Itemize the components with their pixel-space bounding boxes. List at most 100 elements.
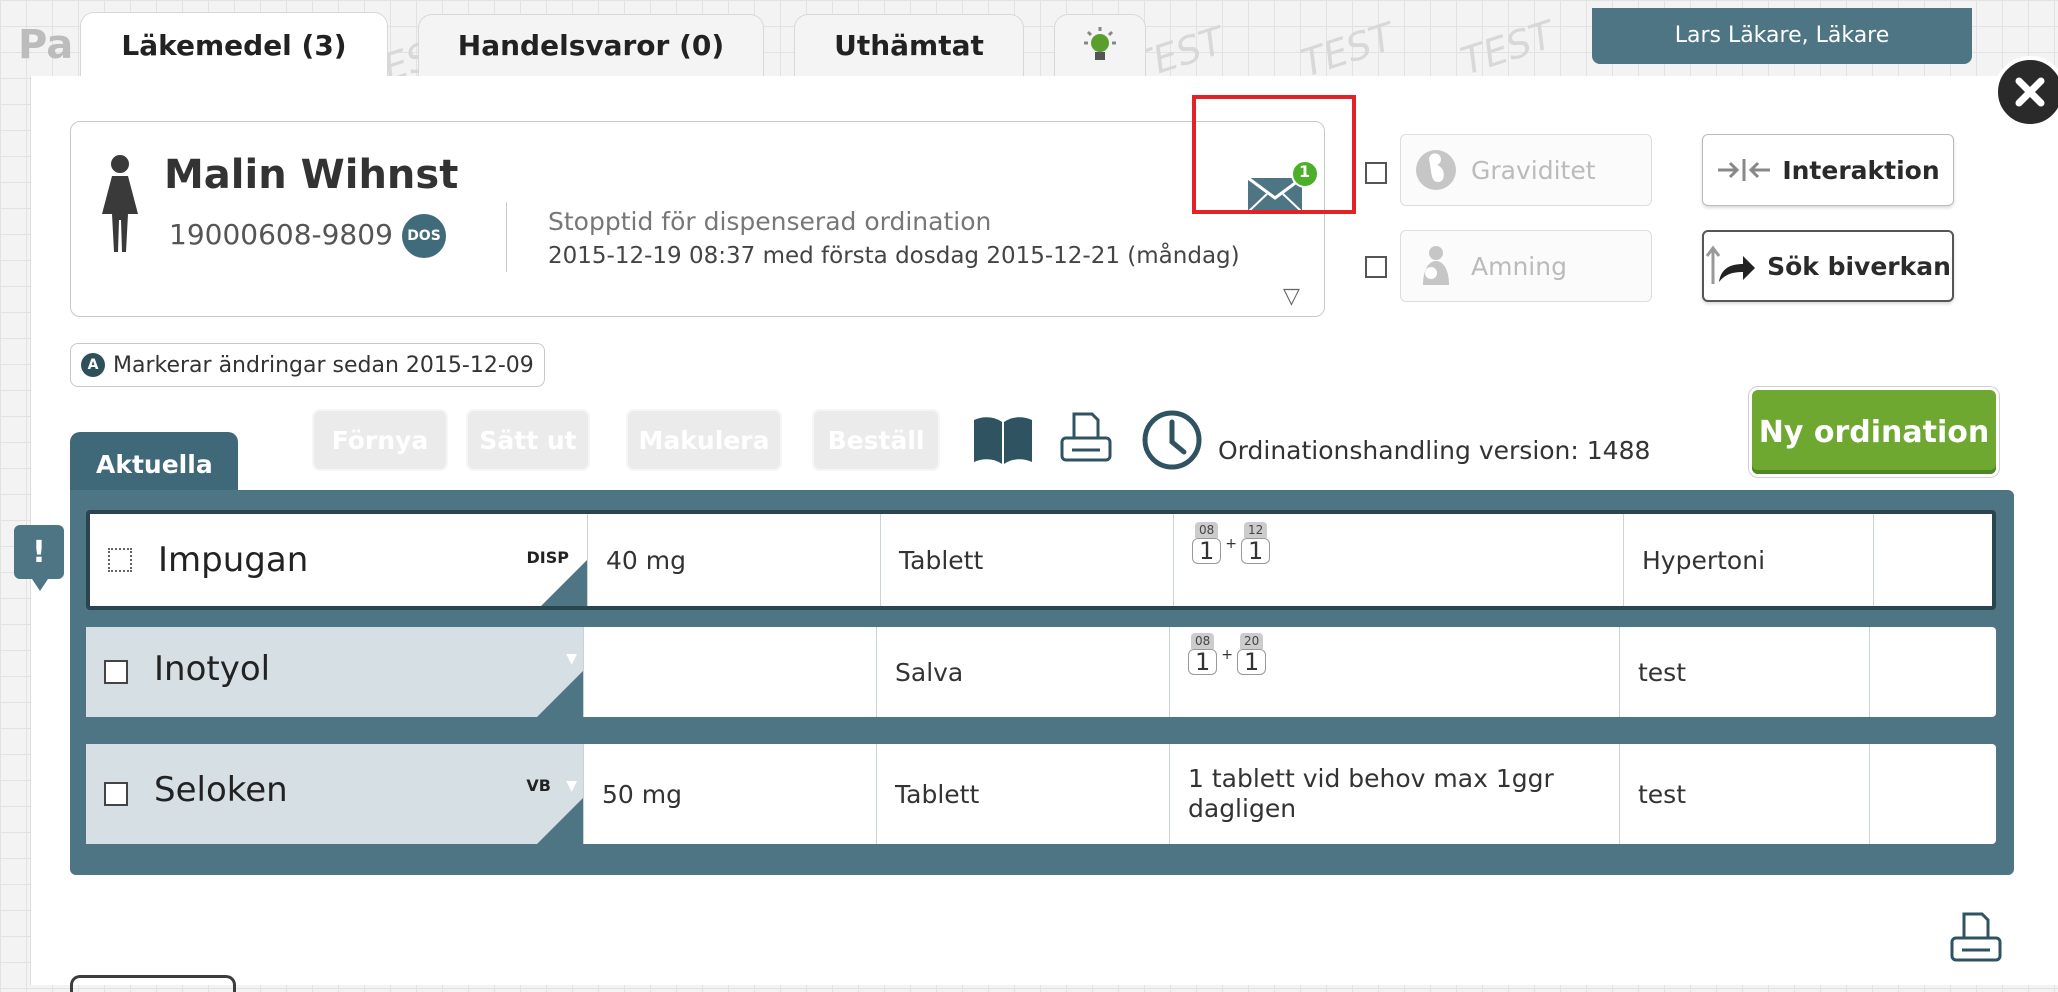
dose-time: 20 <box>1240 633 1264 649</box>
dose-separator: + <box>1221 647 1234 663</box>
row-corner-toggle[interactable]: ▼ <box>541 540 587 606</box>
medication-name: Impugan <box>158 540 309 580</box>
graviditet-checkbox[interactable] <box>1365 162 1387 184</box>
tab-lakemedel[interactable]: Läkemedel (3) <box>80 12 388 78</box>
print-icon[interactable] <box>1948 910 2004 966</box>
ny-ordination-label: Ny ordination <box>1758 414 1990 450</box>
dose-value: 1 <box>1237 649 1267 675</box>
form-cell: Salva <box>876 627 1169 717</box>
dose-schedule: 08 1 + 20 1 <box>1188 633 1267 675</box>
background-letters: Pa <box>18 22 74 68</box>
strength-cell <box>583 627 876 717</box>
medication-type: VB <box>526 776 551 795</box>
book-icon[interactable] <box>972 414 1034 466</box>
row-checkbox[interactable] <box>108 548 132 572</box>
makulera-label: Makulera <box>638 425 770 455</box>
indication-cell: Hypertoni <box>1623 514 1873 606</box>
tab-label: Läkemedel (3) <box>121 29 347 62</box>
bestall-label: Beställ <box>827 425 925 455</box>
table-row[interactable]: Inotyol ▼ Salva 08 1 + 20 1 test <box>86 627 1996 717</box>
tab-uthamtat[interactable]: Uthämtat <box>794 14 1024 76</box>
watermark: TEST <box>1295 14 1400 86</box>
tab-aktuella[interactable]: Aktuella <box>70 432 238 494</box>
indication-cell: test <box>1619 627 1869 717</box>
ny-ordination-button[interactable]: Ny ordination <box>1752 390 1996 474</box>
bottom-button-edge[interactable] <box>70 975 236 992</box>
medication-name: Seloken <box>154 770 288 810</box>
extra-cell <box>1869 627 1992 717</box>
sok-biverkan-button[interactable]: Sök biverkan <box>1702 230 1954 302</box>
row-checkbox[interactable] <box>104 660 128 684</box>
graviditet-label: Graviditet <box>1471 155 1596 185</box>
dos-badge: DOS <box>402 214 446 258</box>
lightbulb-icon <box>1084 26 1116 60</box>
clock-icon[interactable] <box>1140 408 1204 472</box>
amning-checkbox[interactable] <box>1365 256 1387 278</box>
interaction-arrows-icon <box>1718 159 1771 181</box>
marker-badge: A <box>81 353 105 377</box>
divider <box>506 202 507 272</box>
dose-value: 1 <box>1192 538 1222 564</box>
alert-mark: ! <box>32 534 46 570</box>
fornya-button[interactable]: Förnya <box>312 409 448 471</box>
alert-icon[interactable]: ! <box>14 525 64 591</box>
strength-cell: 50 mg <box>583 744 876 844</box>
dose-value: 1 <box>1241 538 1271 564</box>
dose-separator: + <box>1225 536 1238 552</box>
graviditet-button[interactable]: Graviditet <box>1400 134 1652 206</box>
tab-label: Handelsvaror (0) <box>457 29 725 62</box>
dose-cell: 08 1 + 12 1 <box>1173 514 1623 606</box>
print-icon[interactable] <box>1058 410 1114 466</box>
table-row[interactable]: Seloken VB ▼ 50 mg Tablett 1 tablett vid… <box>86 744 1996 844</box>
close-button[interactable] <box>1994 56 2058 128</box>
patient-name: Malin Wihnst <box>164 152 459 198</box>
change-marker[interactable]: A Markerar ändringar sedan 2015-12-09 <box>70 343 545 387</box>
stop-time-title: Stopptid för dispenserad ordination <box>548 207 992 236</box>
version-label: Ordinationshandling version: 1488 <box>1218 436 1651 465</box>
female-icon <box>102 155 138 252</box>
interaktion-label: Interaktion <box>1782 155 1940 185</box>
satt-ut-label: Sätt ut <box>479 425 577 455</box>
interaktion-button[interactable]: Interaktion <box>1702 134 1954 206</box>
name-cell: Seloken VB ▼ <box>86 744 583 844</box>
amning-button[interactable]: Amning <box>1400 230 1652 302</box>
fornya-label: Förnya <box>331 425 429 455</box>
table-row[interactable]: Impugan DISP ▼ 40 mg Tablett 08 1 + 12 1 H… <box>86 510 1996 610</box>
marker-label: Markerar ändringar sedan 2015-12-09 <box>113 352 534 378</box>
close-icon <box>2015 77 2045 107</box>
name-cell: Inotyol ▼ <box>86 627 583 717</box>
patient-id: 19000608-9809 <box>169 218 393 251</box>
breastfeeding-icon <box>1423 246 1449 285</box>
tab-handelsvaror[interactable]: Handelsvaror (0) <box>418 14 764 76</box>
tab-tips[interactable] <box>1054 14 1146 76</box>
user-info[interactable]: Lars Läkare, Läkare <box>1592 8 1972 64</box>
name-cell: Impugan DISP ▼ <box>90 514 587 606</box>
dose-cell: 08 1 + 20 1 <box>1169 627 1619 717</box>
medication-name: Inotyol <box>154 649 271 689</box>
row-corner-toggle[interactable]: ▼ <box>537 778 583 844</box>
pregnancy-icon <box>1416 150 1456 190</box>
dose-cell: 1 tablett vid behov max 1ggr dagligen <box>1169 744 1619 844</box>
form-cell: Tablett <box>876 744 1169 844</box>
satt-ut-button[interactable]: Sätt ut <box>466 409 590 471</box>
watermark: TEST <box>1455 12 1560 84</box>
aktuella-label: Aktuella <box>96 450 213 479</box>
dose-text: 1 tablett vid behov max 1ggr dagligen <box>1188 764 1554 823</box>
makulera-button[interactable]: Makulera <box>626 409 782 471</box>
extra-cell <box>1869 744 1992 844</box>
bestall-button[interactable]: Beställ <box>812 409 940 471</box>
extra-cell <box>1873 514 1996 606</box>
share-arrow-icon <box>1705 245 1756 284</box>
expand-triangle-icon[interactable]: ▽ <box>1283 284 1300 309</box>
row-corner-toggle[interactable]: ▼ <box>537 651 583 717</box>
user-label: Lars Läkare, Läkare <box>1674 23 1890 48</box>
tab-label: Uthämtat <box>834 29 984 62</box>
strength-cell: 40 mg <box>587 514 880 606</box>
form-cell: Tablett <box>880 514 1173 606</box>
dose-time: 12 <box>1244 522 1268 538</box>
dose-time: 08 <box>1195 522 1219 538</box>
dose-schedule: 08 1 + 12 1 <box>1192 522 1271 564</box>
dose-time: 08 <box>1191 633 1215 649</box>
row-checkbox[interactable] <box>104 782 128 806</box>
stop-time-detail: 2015-12-19 08:37 med första dosdag 2015-… <box>548 243 1240 269</box>
